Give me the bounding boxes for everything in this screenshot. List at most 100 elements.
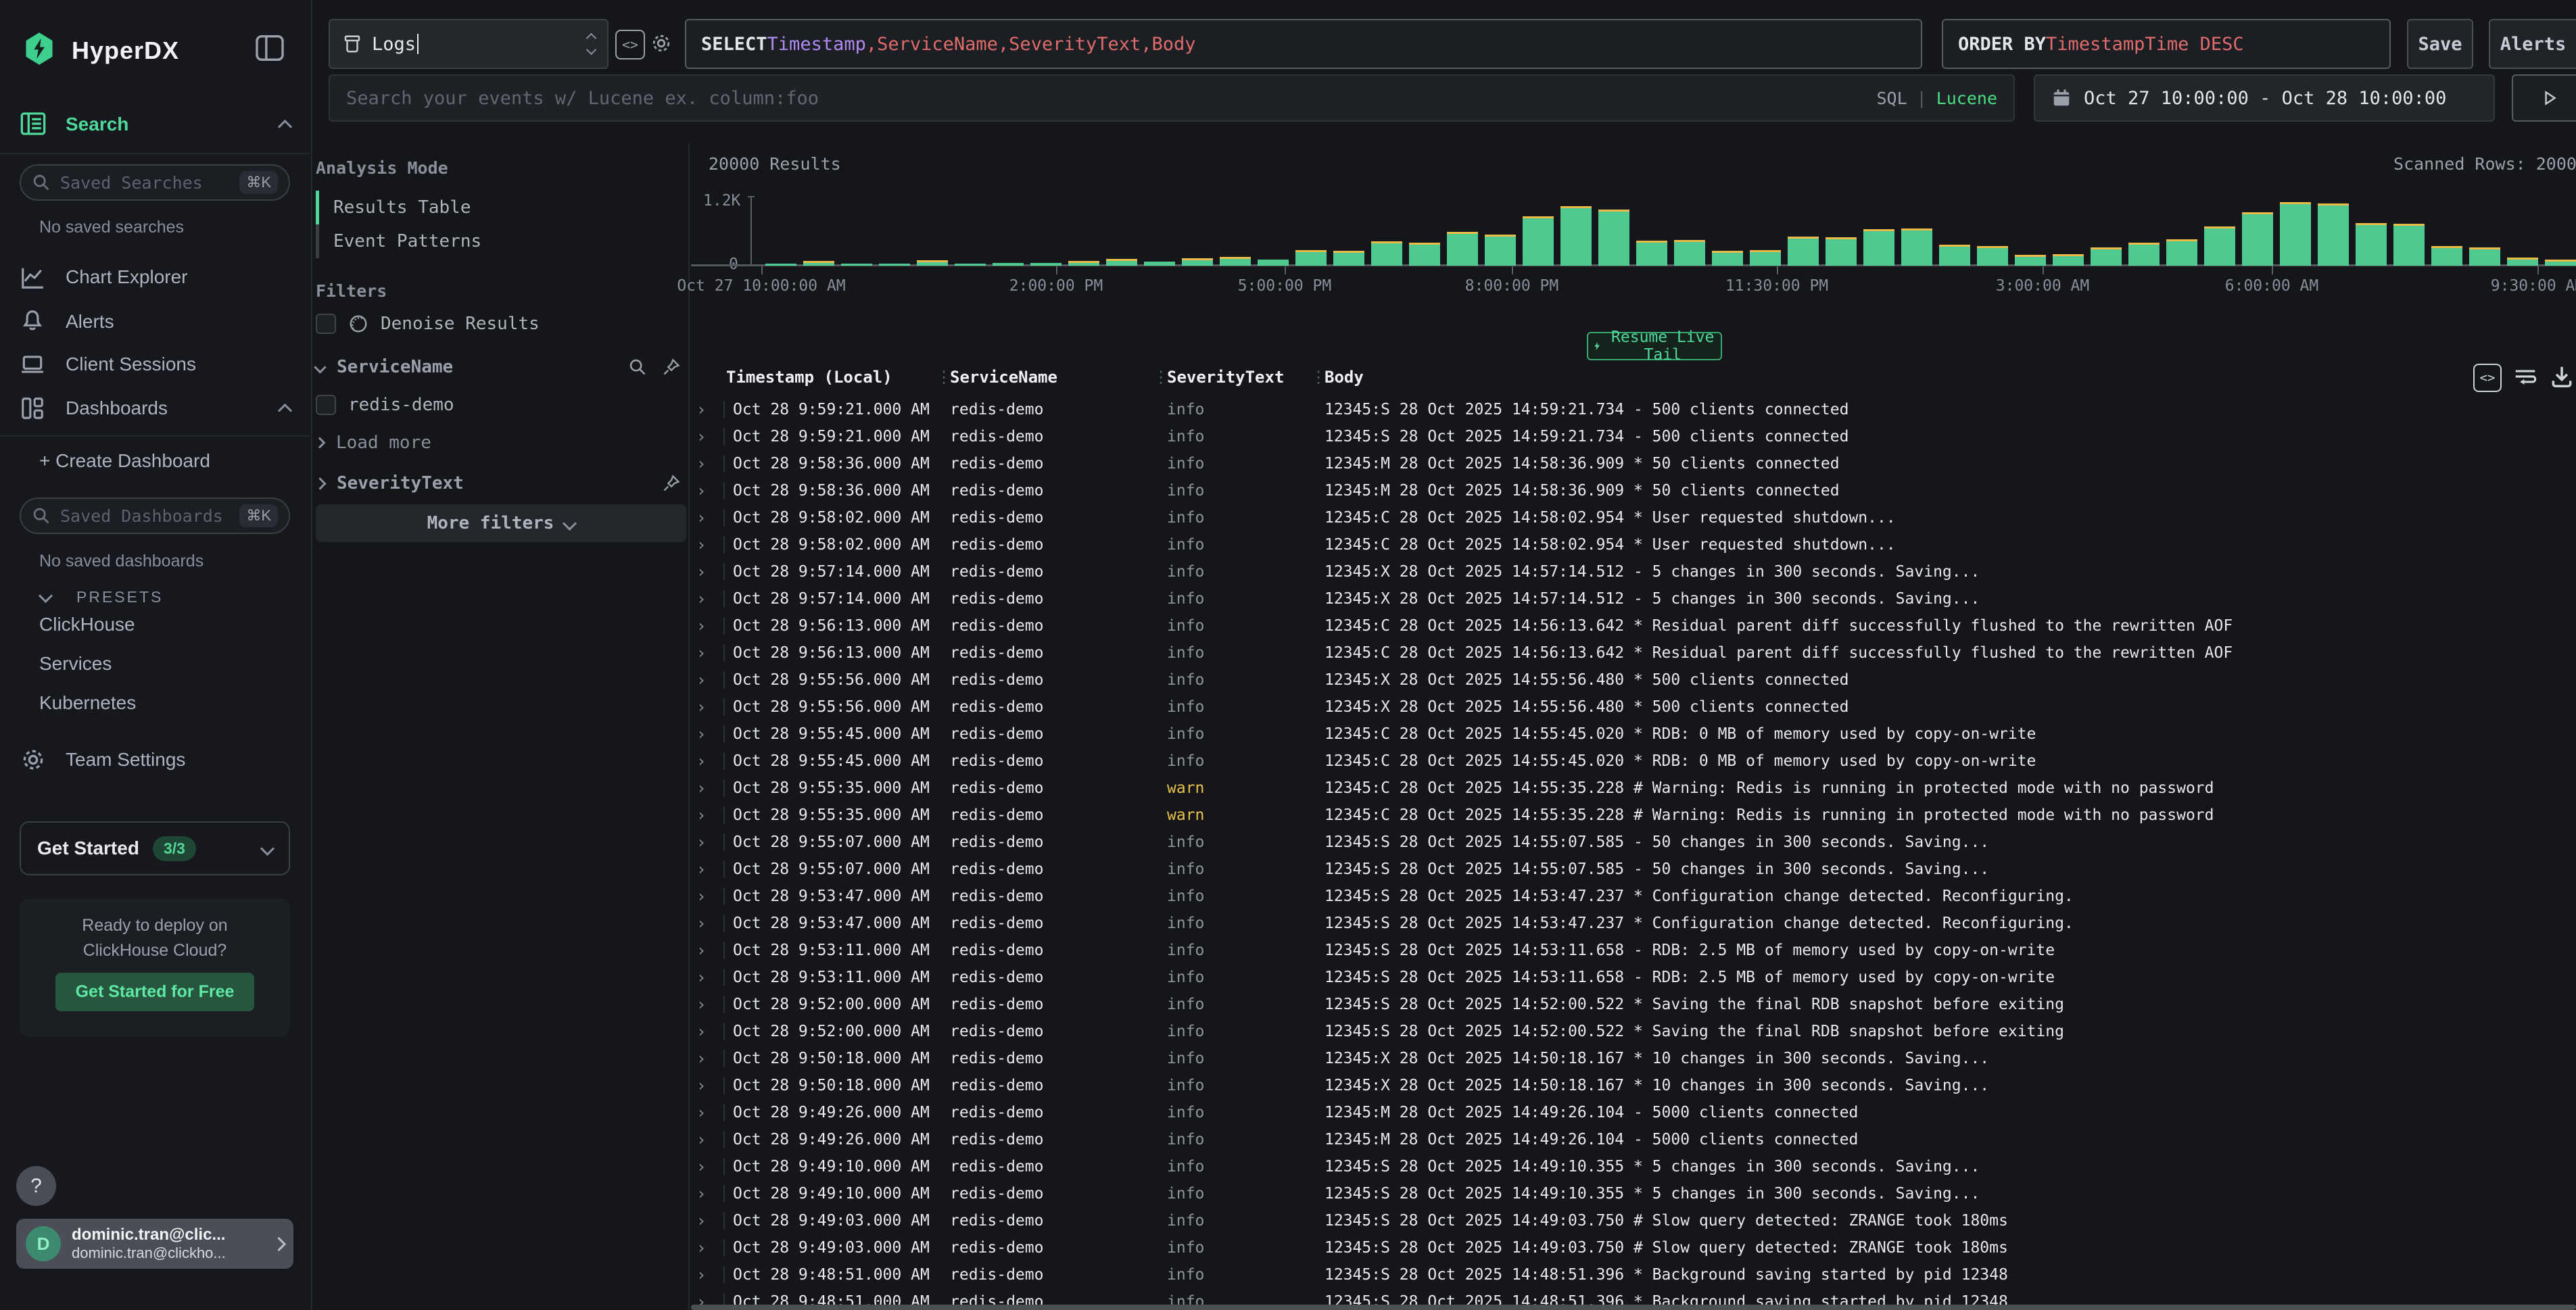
sidebar-item-search[interactable]: Search <box>66 114 128 135</box>
histogram-bar[interactable] <box>879 264 910 266</box>
get-started-free-button[interactable]: Get Started for Free <box>55 973 255 1011</box>
code-editor-icon[interactable]: <> <box>615 30 645 59</box>
row-expand-chevron[interactable]: › <box>696 725 706 744</box>
order-by-input[interactable]: ORDER BY TimestampTime DESC <box>1942 19 2391 69</box>
denoise-results-row[interactable]: Denoise Results <box>316 314 681 334</box>
histogram-bar[interactable] <box>1788 239 1819 266</box>
table-row[interactable]: ›Oct 28 9:48:51.000 AMredis-demoinfo1234… <box>691 1261 2576 1288</box>
col-header-severitytext[interactable]: SeverityText <box>1167 368 1284 387</box>
row-expand-chevron[interactable]: › <box>696 1238 706 1257</box>
table-row[interactable]: ›Oct 28 9:56:13.000 AMredis-demoinfo1234… <box>691 612 2576 639</box>
histogram-bar[interactable] <box>2318 205 2349 266</box>
row-expand-chevron[interactable]: › <box>696 1157 706 1176</box>
row-expand-chevron[interactable]: › <box>696 995 706 1014</box>
table-row[interactable]: ›Oct 28 9:53:47.000 AMredis-demoinfo1234… <box>691 910 2576 937</box>
denoise-checkbox[interactable] <box>316 314 336 334</box>
row-expand-chevron[interactable]: › <box>696 535 706 554</box>
get-started-widget[interactable]: Get Started 3/3 <box>20 821 290 875</box>
table-row[interactable]: ›Oct 28 9:58:02.000 AMredis-demoinfo1234… <box>691 504 2576 531</box>
sidebar-item-alerts[interactable]: Alerts <box>66 311 114 333</box>
row-expand-chevron[interactable]: › <box>696 752 706 771</box>
table-row[interactable]: ›Oct 28 9:55:07.000 AMredis-demoinfo1234… <box>691 829 2576 856</box>
histogram-bar[interactable] <box>1258 260 1289 266</box>
table-row[interactable]: ›Oct 28 9:52:00.000 AMredis-demoinfo1234… <box>691 991 2576 1018</box>
row-expand-chevron[interactable]: › <box>696 1103 706 1122</box>
language-toggle-sql[interactable]: SQL <box>1876 89 1907 108</box>
col-header-body[interactable]: Body <box>1325 368 1364 387</box>
histogram-bar[interactable] <box>1068 263 1099 266</box>
table-row[interactable]: ›Oct 28 9:58:36.000 AMredis-demoinfo1234… <box>691 477 2576 504</box>
chevron-down-icon[interactable] <box>39 589 53 603</box>
histogram-bar[interactable] <box>1977 248 2008 266</box>
table-row[interactable]: ›Oct 28 9:49:26.000 AMredis-demoinfo1234… <box>691 1126 2576 1153</box>
load-more-row[interactable]: Load more <box>316 433 431 453</box>
histogram-bar[interactable] <box>1523 218 1554 266</box>
histogram-bar[interactable] <box>1750 252 1781 266</box>
table-row[interactable]: ›Oct 28 9:55:45.000 AMredis-demoinfo1234… <box>691 748 2576 775</box>
histogram-bar[interactable] <box>2469 249 2500 266</box>
row-expand-chevron[interactable]: › <box>696 698 706 717</box>
row-expand-chevron[interactable]: › <box>696 833 706 852</box>
row-expand-chevron[interactable]: › <box>696 887 706 906</box>
row-expand-chevron[interactable]: › <box>696 454 706 473</box>
histogram-bar[interactable] <box>2015 257 2046 266</box>
table-row[interactable]: ›Oct 28 9:50:18.000 AMredis-demoinfo1234… <box>691 1045 2576 1072</box>
severitytext-group-row[interactable]: SeverityText <box>316 473 681 493</box>
wrap-lines-icon[interactable] <box>2512 364 2538 389</box>
lucene-search-input[interactable]: Search your events w/ Lucene ex. column:… <box>329 74 2015 122</box>
histogram-bar[interactable] <box>1636 243 1667 266</box>
table-row[interactable]: ›Oct 28 9:56:13.000 AMredis-demoinfo1234… <box>691 639 2576 666</box>
histogram-bar[interactable] <box>955 264 986 266</box>
table-row[interactable]: ›Oct 28 9:49:10.000 AMredis-demoinfo1234… <box>691 1153 2576 1180</box>
row-expand-chevron[interactable]: › <box>696 562 706 581</box>
horizontal-scrollbar[interactable] <box>691 1305 2576 1310</box>
search-icon[interactable] <box>628 358 647 377</box>
table-row[interactable]: ›Oct 28 9:55:56.000 AMredis-demoinfo1234… <box>691 666 2576 694</box>
histogram-bar[interactable] <box>2166 241 2197 266</box>
sidebar-item-chart-explorer[interactable]: Chart Explorer <box>66 266 188 288</box>
row-expand-chevron[interactable]: › <box>696 1130 706 1149</box>
select-columns-input[interactable]: SELECT Timestamp ,ServiceName,SeverityTe… <box>685 19 1922 69</box>
saved-dashboards-input[interactable]: Saved Dashboards ⌘K <box>20 498 290 534</box>
date-range-picker[interactable]: Oct 27 10:00:00 - Oct 28 10:00:00 <box>2034 74 2495 122</box>
histogram-bar[interactable] <box>2053 256 2084 266</box>
histogram-bar[interactable] <box>993 263 1024 266</box>
row-expand-chevron[interactable]: › <box>696 644 706 662</box>
presets-header[interactable]: PRESETS <box>76 588 163 606</box>
histogram-bar[interactable] <box>1144 262 1175 266</box>
row-expand-chevron[interactable]: › <box>696 427 706 446</box>
table-row[interactable]: ›Oct 28 9:49:03.000 AMredis-demoinfo1234… <box>691 1207 2576 1234</box>
help-button[interactable]: ? <box>16 1166 56 1206</box>
servicename-group-row[interactable]: ServiceName <box>316 357 681 377</box>
saved-searches-input[interactable]: Saved Searches ⌘K <box>20 164 290 201</box>
histogram-bar[interactable] <box>2545 262 2576 266</box>
col-header-servicename[interactable]: ServiceName <box>950 368 1057 387</box>
preset-item[interactable]: Services <box>39 653 136 675</box>
gear-icon[interactable] <box>648 30 675 57</box>
filter-option-row[interactable]: redis-demo <box>316 395 681 415</box>
row-expand-chevron[interactable]: › <box>696 1184 706 1203</box>
row-expand-chevron[interactable]: › <box>696 941 706 960</box>
download-icon[interactable] <box>2549 364 2575 389</box>
chevron-up-icon[interactable] <box>278 120 292 134</box>
table-row[interactable]: ›Oct 28 9:59:21.000 AMredis-demoinfo1234… <box>691 396 2576 423</box>
histogram-bar[interactable] <box>1901 231 1932 266</box>
histogram-bar[interactable] <box>1485 237 1516 266</box>
language-toggle-lucene[interactable]: Lucene <box>1936 89 1997 108</box>
histogram-bar[interactable] <box>765 264 796 266</box>
histogram-bar[interactable] <box>1447 234 1478 266</box>
pin-icon[interactable] <box>662 358 681 377</box>
table-row[interactable]: ›Oct 28 9:49:03.000 AMredis-demoinfo1234… <box>691 1234 2576 1261</box>
histogram-bar[interactable] <box>2393 226 2425 266</box>
analysis-mode-item[interactable]: Event Patterns <box>316 224 681 258</box>
table-row[interactable]: ›Oct 28 9:58:36.000 AMredis-demoinfo1234… <box>691 450 2576 477</box>
row-expand-chevron[interactable]: › <box>696 671 706 689</box>
row-expand-chevron[interactable]: › <box>696 1265 706 1284</box>
histogram-bar[interactable] <box>1863 231 1894 266</box>
table-row[interactable]: ›Oct 28 9:58:02.000 AMredis-demoinfo1234… <box>691 531 2576 558</box>
sidebar-collapse-icon[interactable] <box>256 35 284 61</box>
row-expand-chevron[interactable]: › <box>696 968 706 987</box>
histogram-bar[interactable] <box>1826 239 1857 266</box>
histogram-bar[interactable] <box>2507 260 2538 266</box>
histogram-bar[interactable] <box>2431 248 2462 266</box>
